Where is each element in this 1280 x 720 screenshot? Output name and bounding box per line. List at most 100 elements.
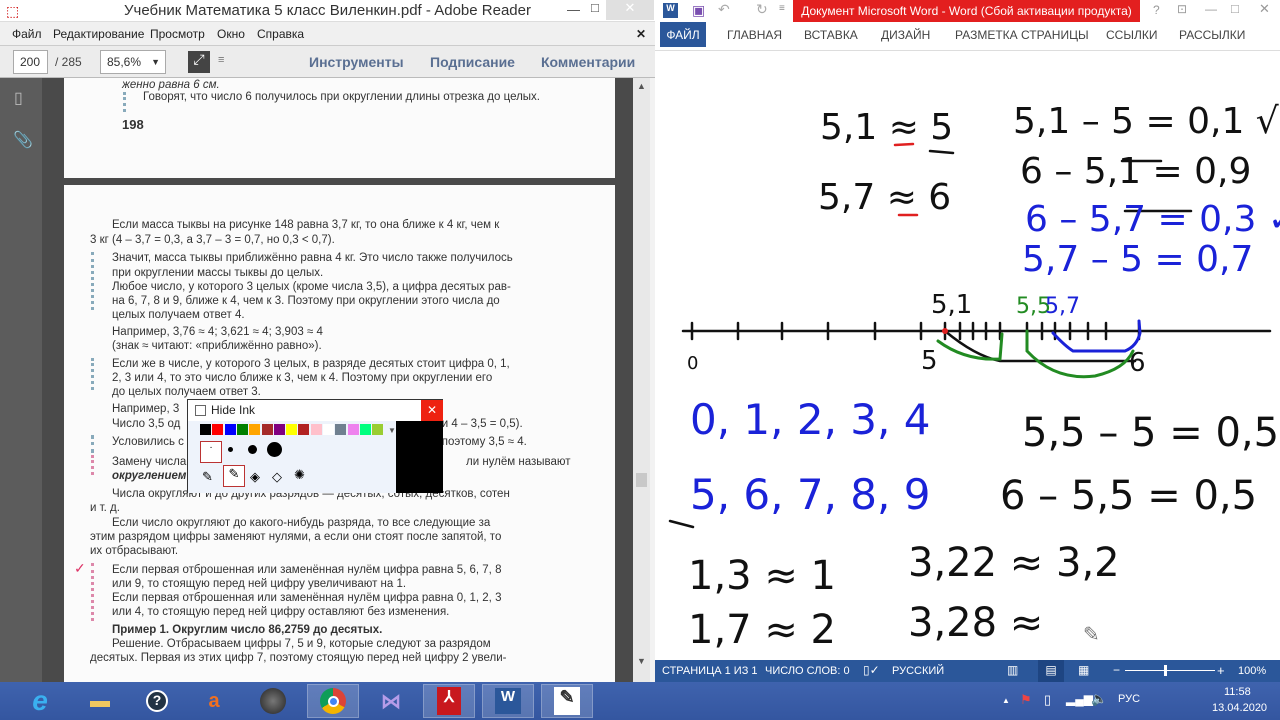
print-layout-icon[interactable]: ▤ [1038,660,1064,682]
help-icon[interactable]: ? [131,684,183,718]
tools-button[interactable]: Инструменты [309,54,404,70]
pages-icon[interactable]: ▯ [14,88,23,108]
close-button[interactable]: ✕ [1259,1,1270,17]
volume-icon[interactable]: 🔈 [1091,691,1107,707]
web-layout-icon[interactable]: ▦ [1078,663,1089,677]
minimize-button[interactable]: — [567,2,580,17]
menu-file[interactable]: Файл [12,27,42,41]
page-count[interactable]: СТРАНИЦА 1 ИЗ 1 [662,665,758,677]
pen-size-medium[interactable] [248,445,257,454]
save-icon[interactable]: ▣ [692,2,705,19]
zoom-slider[interactable] [1125,670,1215,671]
fit-page-icon[interactable]: ⤢ [188,51,210,73]
word-count[interactable]: ЧИСЛО СЛОВ: 0 [765,665,850,677]
pen-size-tiny[interactable]: · [200,441,222,463]
text-line: или 9, то стоящую перед ней цифру увелич… [112,578,407,590]
scroll-thumb[interactable] [636,473,647,487]
page-number-input[interactable]: 200 [13,50,48,74]
ink-color-swatch[interactable] [359,424,371,435]
read-mode-icon[interactable]: ▥ [1007,663,1018,677]
proofing-icon[interactable]: ▯✓ [863,663,880,677]
close-document-icon[interactable]: ✕ [636,27,646,41]
undo-icon[interactable]: ↶ [718,1,730,18]
clear-all-icon[interactable]: ✺ [294,467,305,483]
language-indicator[interactable]: РУС [1118,693,1140,705]
eraser-icon[interactable]: ◈ [250,469,260,485]
ribbon-display-icon[interactable]: ⊡ [1177,2,1187,16]
menu-help[interactable]: Справка [257,27,304,41]
menu-window[interactable]: Окно [217,27,245,41]
hide-ink-checkbox[interactable] [195,405,206,416]
tab-page-layout[interactable]: РАЗМЕТКА СТРАНИЦЫ [955,28,1089,42]
menu-edit[interactable]: Редактирование [53,27,144,41]
ink-color-swatch[interactable] [372,424,384,435]
redo-icon[interactable]: ↻ [756,1,768,18]
network-icon[interactable]: ▂▄▆ [1066,692,1093,706]
language[interactable]: РУССКИЙ [892,665,944,677]
zoom-out-button[interactable]: − [1113,663,1120,677]
maximize-button[interactable]: □ [1231,1,1239,16]
tab-insert[interactable]: ВСТАВКА [804,28,858,42]
chevron-down-icon: ▼ [151,57,160,67]
word-icon[interactable]: W [482,684,534,718]
minimize-button[interactable]: — [1205,2,1217,16]
internet-explorer-icon[interactable]: e [14,684,66,718]
ink-color-swatch[interactable] [347,424,359,435]
ink-color-swatch[interactable] [286,424,298,435]
ink-color-swatch[interactable] [261,424,273,435]
action-center-icon[interactable]: ⚑ [1020,692,1032,708]
battery-icon[interactable]: ▯ [1044,692,1051,708]
ink-color-swatch[interactable] [200,424,211,435]
ink-pen-icon[interactable]: ✎ [541,684,593,718]
document-canvas[interactable]: 5,1 ≈ 5 5,7 ≈ 6 5,1 – 5 = 0,1 √ 6 – 5,1 … [655,50,1280,660]
adobe-reader-icon[interactable]: ⅄ [423,684,475,718]
ink-color-swatch[interactable] [236,424,248,435]
tab-design[interactable]: ДИЗАЙН [881,28,930,42]
zoom-level[interactable]: 100% [1238,665,1266,677]
close-button[interactable]: ✕ [606,0,654,20]
tab-home[interactable]: ГЛАВНАЯ [727,28,782,42]
ink-color-swatch[interactable] [335,424,347,435]
stroke-eraser-icon[interactable]: ◇ [272,469,282,485]
customize-qat-icon[interactable]: ≡ [779,3,785,14]
ink-color-swatch[interactable] [323,424,334,435]
highlighter-icon[interactable]: ✎ [223,465,245,487]
tab-file[interactable]: ФАЙЛ [660,22,706,47]
maximize-button[interactable]: □ [591,0,599,15]
zoom-in-button[interactable]: + [1217,663,1225,678]
ink-color-swatch[interactable] [224,424,236,435]
avast-icon[interactable]: a [188,684,240,718]
vertical-scrollbar[interactable]: ▲ ▼ [633,78,650,682]
zoom-select[interactable]: 85,6% ▼ [100,50,166,74]
chrome-icon[interactable] [307,684,359,718]
visual-studio-icon[interactable]: ⋈ [365,684,417,718]
help-icon[interactable]: ? [1153,3,1160,17]
ink-color-swatch[interactable] [298,424,310,435]
zoom-slider-thumb[interactable] [1164,665,1167,676]
text-line: Если же в числе, у которого 3 целых, в р… [112,358,510,370]
show-hidden-icons[interactable]: ▲ [1002,696,1010,705]
comments-button[interactable]: Комментарии [541,54,635,70]
more-tools-icon[interactable]: ≡ [218,54,224,66]
tab-references[interactable]: ССЫЛКИ [1106,28,1157,42]
clock-time[interactable]: 11:58 [1224,686,1251,698]
pen-size-large[interactable] [267,442,282,457]
sign-button[interactable]: Подписание [430,54,515,70]
pen-icon[interactable]: ✎ [202,469,213,485]
media-player-icon[interactable] [247,684,299,718]
tab-mailings[interactable]: РАССЫЛКИ [1179,28,1245,42]
scroll-down-arrow[interactable]: ▼ [637,656,646,666]
menu-view[interactable]: Просмотр [150,27,205,41]
ink-color-swatch[interactable] [249,424,261,435]
ink-color-swatch[interactable] [273,424,285,435]
file-explorer-icon[interactable]: ▬ [74,684,126,718]
more-colors-icon[interactable]: ▼ [388,426,396,435]
clock-date[interactable]: 13.04.2020 [1212,702,1267,714]
scroll-up-arrow[interactable]: ▲ [637,81,646,91]
ink-label: 0 [687,353,698,374]
pen-size-small[interactable] [228,447,233,452]
ink-color-swatch[interactable] [310,424,322,435]
attachments-icon[interactable]: 📎 [13,130,33,150]
ink-color-swatch[interactable] [212,424,224,435]
close-ink-toolbar-button[interactable]: ✕ [421,400,443,421]
